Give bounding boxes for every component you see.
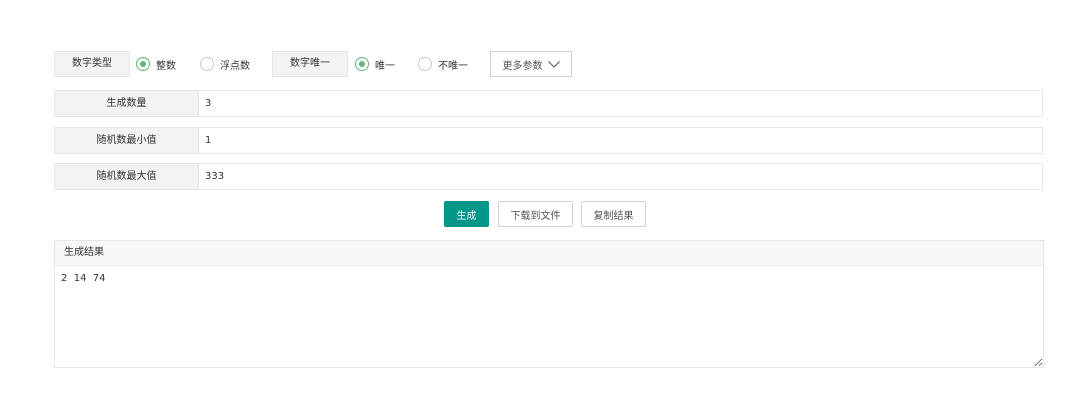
radio-not-unique-label: 不唯一 xyxy=(438,60,468,72)
radio-float-label: 浮点数 xyxy=(220,60,250,72)
more-params-button[interactable]: 更多参数 xyxy=(490,51,572,77)
radio-float[interactable]: 浮点数 xyxy=(200,51,250,77)
count-field-row: 生成数量 xyxy=(54,90,1043,117)
min-label: 随机数最小值 xyxy=(55,128,199,153)
radio-unique[interactable]: 唯一 xyxy=(355,51,395,77)
unique-label: 数字唯一 xyxy=(272,51,348,77)
min-input[interactable] xyxy=(199,128,1042,153)
result-textarea[interactable]: 2 14 74 xyxy=(55,266,1043,367)
chevron-down-icon xyxy=(547,60,560,68)
radio-not-unique[interactable]: 不唯一 xyxy=(418,51,468,77)
radio-circle-checked-icon xyxy=(136,57,150,71)
copy-result-button[interactable]: 复制结果 xyxy=(581,201,646,227)
number-type-label: 数字类型 xyxy=(54,51,130,77)
radio-circle-icon xyxy=(200,57,214,71)
radio-integer-label: 整数 xyxy=(156,60,176,72)
radio-circle-checked-icon xyxy=(355,57,369,71)
generate-button[interactable]: 生成 xyxy=(444,201,489,227)
radio-circle-icon xyxy=(418,57,432,71)
max-field-row: 随机数最大值 xyxy=(54,163,1043,190)
more-params-label: 更多参数 xyxy=(502,60,543,72)
count-input[interactable] xyxy=(199,91,1042,116)
count-label: 生成数量 xyxy=(55,91,199,116)
download-button[interactable]: 下载到文件 xyxy=(498,201,573,227)
radio-integer[interactable]: 整数 xyxy=(136,51,176,77)
min-field-row: 随机数最小值 xyxy=(54,127,1043,154)
max-label: 随机数最大值 xyxy=(55,164,199,189)
max-input[interactable] xyxy=(199,164,1042,189)
result-panel: 生成结果 2 14 74 xyxy=(54,240,1044,368)
result-title: 生成结果 xyxy=(55,241,1043,266)
radio-unique-label: 唯一 xyxy=(375,60,395,72)
options-row: 数字类型 整数 浮点数 数字唯一 唯一 不唯一 更多参数 xyxy=(54,51,594,77)
